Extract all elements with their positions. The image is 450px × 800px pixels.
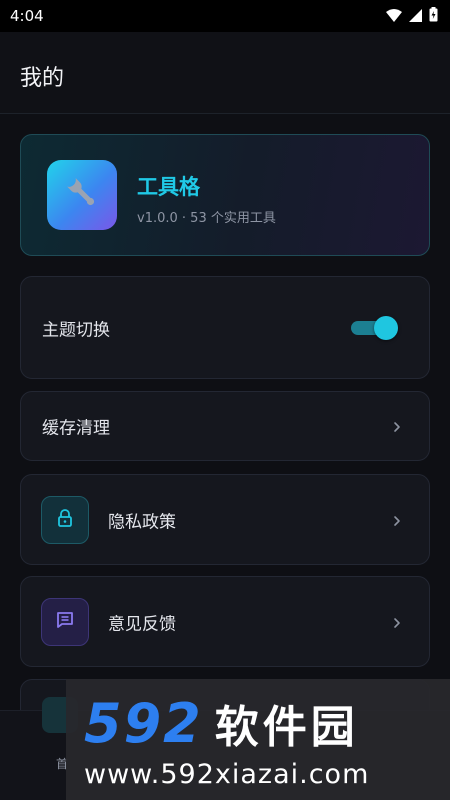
app-version-meta: v1.0.0 · 53 个实用工具 [137,211,276,226]
watermark-overlay: 592 软件园 www.592xiazai.com [66,679,450,800]
privacy-policy-label: 隐私政策 [108,512,176,532]
cache-clear-label: 缓存清理 [42,418,110,439]
cache-clear-row[interactable]: 缓存清理 [20,391,430,461]
signal-icon [409,7,422,26]
chevron-right-icon [391,615,403,629]
battery-icon [429,6,438,26]
watermark-brand: 592 软件园 [84,691,359,755]
app-icon [47,160,117,230]
wifi-icon [386,7,402,26]
toggle-knob [374,315,398,340]
app-info-card: 工具格 v1.0.0 · 53 个实用工具 [20,134,430,256]
chevron-right-icon [391,419,403,433]
header: 我的 [0,32,450,114]
watermark-url: www.592xiazai.com [84,759,370,790]
status-time: 4:04 [10,7,44,25]
wrench-icon [63,174,101,216]
status-icons [386,6,438,26]
message-icon [55,610,75,634]
theme-toggle-row[interactable]: 主题切换 [20,276,430,379]
watermark-number: 592 [84,691,203,755]
watermark-text: 软件园 [214,702,359,753]
theme-toggle-switch[interactable] [351,315,398,340]
status-bar: 4:04 [0,0,450,32]
chevron-right-icon [391,513,403,527]
privacy-policy-row[interactable]: 隐私政策 [20,474,430,565]
feedback-label: 意见反馈 [108,614,176,634]
lock-icon [56,508,74,532]
feedback-row[interactable]: 意见反馈 [20,576,430,667]
feedback-icon-tile [41,597,89,646]
app-name: 工具格 [137,175,200,199]
page-title: 我的 [20,66,65,91]
privacy-icon-tile [41,495,89,544]
theme-toggle-label: 主题切换 [42,320,110,340]
